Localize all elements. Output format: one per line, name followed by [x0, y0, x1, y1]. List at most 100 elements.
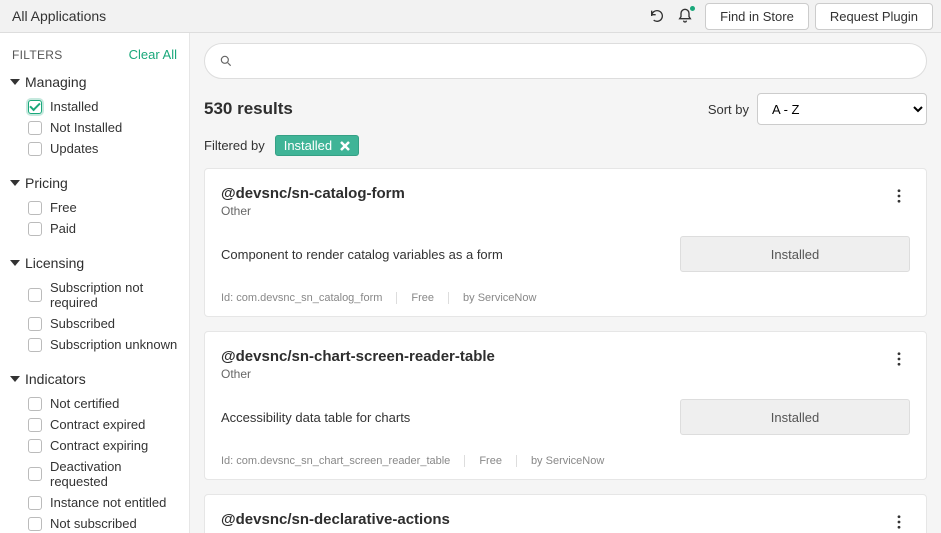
- notification-dot: [690, 6, 695, 11]
- filter-group: Pricing Free Paid: [10, 173, 179, 239]
- kebab-icon: [897, 189, 901, 203]
- find-in-store-button[interactable]: Find in Store: [705, 3, 809, 30]
- status-button[interactable]: Installed: [680, 399, 910, 435]
- filter-group-toggle[interactable]: Indicators: [10, 369, 179, 393]
- remove-chip-button[interactable]: [338, 139, 352, 153]
- filter-item[interactable]: Installed: [10, 96, 179, 117]
- sort-by-label: Sort by: [708, 102, 749, 117]
- separator: [448, 292, 449, 304]
- filter-checkbox[interactable]: [28, 467, 42, 481]
- app-card: @devsnc/sn-chart-screen-reader-table Othe…: [204, 331, 927, 480]
- filter-checkbox[interactable]: [28, 201, 42, 215]
- app-description: Accessibility data table for charts: [221, 410, 664, 425]
- close-icon: [340, 141, 350, 151]
- app-title: @devsnc/sn-chart-screen-reader-table: [221, 348, 495, 365]
- clear-all-link[interactable]: Clear All: [129, 47, 177, 62]
- filter-group-toggle[interactable]: Managing: [10, 72, 179, 96]
- card-menu-button[interactable]: [888, 511, 910, 533]
- filter-label: Instance not entitled: [50, 495, 166, 510]
- filter-checkbox[interactable]: [28, 397, 42, 411]
- refresh-icon: [649, 8, 665, 24]
- filter-checkbox[interactable]: [28, 418, 42, 432]
- filter-item[interactable]: Subscription not required: [10, 277, 179, 313]
- app-category: Other: [221, 367, 495, 381]
- filter-checkbox[interactable]: [28, 317, 42, 331]
- filter-label: Contract expired: [50, 417, 145, 432]
- app-id: Id: com.devsnc_sn_catalog_form: [221, 292, 382, 304]
- filter-label: Not certified: [50, 396, 119, 411]
- filter-label: Subscription unknown: [50, 337, 177, 352]
- filter-checkbox[interactable]: [28, 439, 42, 453]
- app-vendor: by ServiceNow: [463, 292, 536, 304]
- filter-item[interactable]: Subscription unknown: [10, 334, 179, 355]
- filters-sidebar[interactable]: FILTERS Clear All Managing Installed Not I…: [0, 33, 190, 533]
- app-card: @devsnc/sn-catalog-formOtherComponent to…: [204, 168, 927, 317]
- chevron-down-icon: [10, 79, 20, 85]
- filter-chip-label: Installed: [284, 138, 332, 153]
- filter-group-title: Pricing: [25, 175, 68, 191]
- status-button[interactable]: Installed: [680, 236, 910, 272]
- filter-label: Free: [50, 200, 77, 215]
- kebab-icon: [897, 515, 901, 529]
- filter-checkbox[interactable]: [28, 517, 42, 531]
- filter-checkbox[interactable]: [28, 142, 42, 156]
- filter-group-toggle[interactable]: Pricing: [10, 173, 179, 197]
- kebab-icon: [897, 352, 901, 366]
- filter-group-title: Licensing: [25, 255, 84, 271]
- filter-chip-installed[interactable]: Installed: [275, 135, 359, 156]
- filter-group: Managing Installed Not Installed Updates: [10, 72, 179, 159]
- app-meta: Id: com.devsnc_sn_catalog_form Free by Ser…: [221, 292, 910, 304]
- filter-item[interactable]: Not Installed: [10, 117, 179, 138]
- filter-label: Deactivation requested: [50, 459, 179, 489]
- app-vendor: by ServiceNow: [531, 455, 604, 467]
- card-menu-button[interactable]: [888, 348, 910, 370]
- filter-item[interactable]: Instance not entitled: [10, 492, 179, 513]
- page-title: All Applications: [12, 8, 106, 24]
- filter-label: Subscription not required: [50, 280, 179, 310]
- filtered-by-label: Filtered by: [204, 138, 265, 153]
- filter-item[interactable]: Subscribed: [10, 313, 179, 334]
- filter-checkbox[interactable]: [28, 288, 42, 302]
- main-content[interactable]: 530 results Sort by A - Z Filtered by In…: [190, 33, 941, 533]
- filter-checkbox[interactable]: [28, 121, 42, 135]
- sort-by-select[interactable]: A - Z: [757, 93, 927, 125]
- filter-group-title: Managing: [25, 74, 87, 90]
- filter-item[interactable]: Deactivation requested: [10, 456, 179, 492]
- filter-item[interactable]: Free: [10, 197, 179, 218]
- filter-label: Contract expiring: [50, 438, 148, 453]
- refresh-button[interactable]: [643, 2, 671, 30]
- filter-item[interactable]: Contract expired: [10, 414, 179, 435]
- card-menu-button[interactable]: [888, 185, 910, 207]
- search-field[interactable]: [204, 43, 927, 79]
- search-input[interactable]: [241, 54, 912, 69]
- filter-checkbox[interactable]: [28, 222, 42, 236]
- app-id: Id: com.devsnc_sn_chart_screen_reader_ta…: [221, 455, 450, 467]
- filter-checkbox[interactable]: [28, 338, 42, 352]
- filter-group: Licensing Subscription not required Subscr…: [10, 253, 179, 355]
- app-title: @devsnc/sn-declarative-actions: [221, 511, 450, 528]
- app-price: Free: [411, 292, 434, 304]
- filter-group: Indicators Not certified Contract expired C…: [10, 369, 179, 533]
- filter-label: Installed: [50, 99, 98, 114]
- app-price: Free: [479, 455, 502, 467]
- notifications-button[interactable]: [671, 2, 699, 30]
- chevron-down-icon: [10, 260, 20, 266]
- filters-heading: FILTERS: [12, 48, 63, 62]
- filter-item[interactable]: Paid: [10, 218, 179, 239]
- app-card: @devsnc/sn-declarative-actions: [204, 494, 927, 533]
- filter-item[interactable]: Updates: [10, 138, 179, 159]
- filter-item[interactable]: Not certified: [10, 393, 179, 414]
- filter-group-toggle[interactable]: Licensing: [10, 253, 179, 277]
- app-category: Other: [221, 204, 405, 218]
- filter-label: Updates: [50, 141, 98, 156]
- filter-checkbox[interactable]: [28, 496, 42, 510]
- filter-group-title: Indicators: [25, 371, 86, 387]
- separator: [396, 292, 397, 304]
- request-plugin-button[interactable]: Request Plugin: [815, 3, 933, 30]
- topbar: All Applications Find in Store Request P…: [0, 0, 941, 33]
- results-count: 530 results: [204, 99, 293, 119]
- filter-checkbox[interactable]: [28, 100, 42, 114]
- filter-item[interactable]: Not subscribed: [10, 513, 179, 533]
- chevron-down-icon: [10, 376, 20, 382]
- filter-item[interactable]: Contract expiring: [10, 435, 179, 456]
